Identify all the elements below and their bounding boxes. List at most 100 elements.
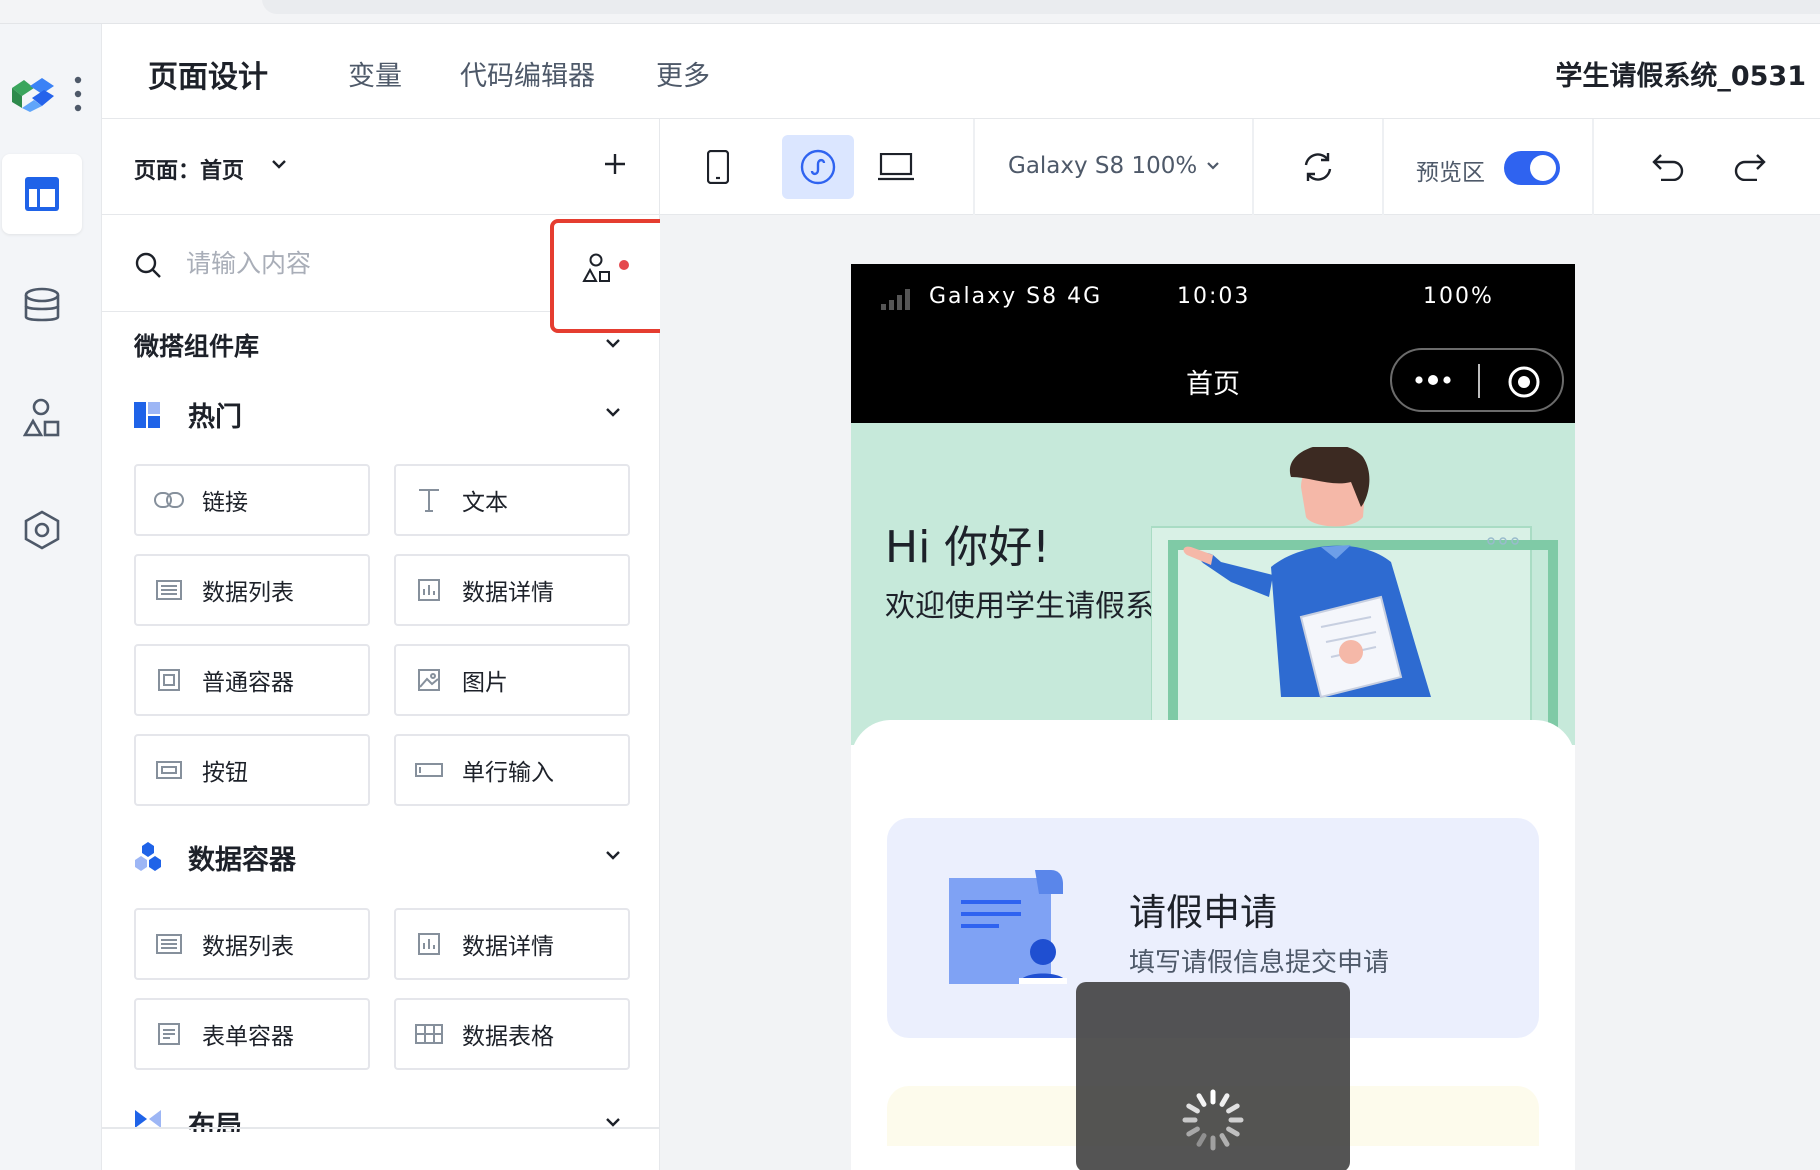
refresh-button[interactable]: [1282, 135, 1354, 199]
banner-greeting: Hi 你好!: [885, 522, 1050, 573]
button-icon: [154, 759, 184, 781]
component-data-detail[interactable]: 数据详情: [394, 908, 630, 980]
undo-icon: [1652, 154, 1684, 181]
device-select-value: Galaxy S8 100%: [1008, 153, 1198, 179]
refresh-icon: [1304, 153, 1332, 181]
carrier-label: Galaxy S8 4G: [929, 284, 1103, 309]
component-label: 表单容器: [202, 1024, 294, 1050]
chevron-down-icon: [1206, 162, 1219, 170]
desktop-view-button[interactable]: [860, 135, 932, 199]
divider: [102, 1127, 660, 1129]
rail-components-button[interactable]: [2, 378, 82, 458]
component-search-input[interactable]: [186, 243, 566, 283]
component-container[interactable]: 普通容器: [134, 644, 370, 716]
battery-label: 100%: [1423, 284, 1494, 309]
input-icon: [414, 759, 444, 781]
signal-icon: [881, 289, 910, 310]
container-icon: [154, 669, 184, 691]
database-icon: [24, 287, 60, 322]
device-select[interactable]: Galaxy S8 100%: [1008, 153, 1221, 179]
table-icon: [414, 1023, 444, 1045]
chevron-down-icon[interactable]: [604, 846, 622, 864]
components-icon: [23, 398, 60, 437]
component-label: 数据列表: [202, 580, 294, 606]
component-filter-button-highlight[interactable]: [550, 219, 671, 333]
leave-card-subtitle: 填写请假信息提交申请: [1129, 948, 1390, 978]
component-label: 单行输入: [462, 760, 554, 786]
detail-icon: [414, 933, 444, 955]
mini-program-view-button[interactable]: [782, 135, 854, 199]
phone-status-bar: Galaxy S8 4G 10:03 100%: [851, 264, 1575, 338]
tab-variables[interactable]: 变量: [348, 54, 402, 93]
add-page-icon[interactable]: [602, 151, 628, 177]
more-dots-icon[interactable]: [1414, 374, 1454, 386]
divider: [1382, 119, 1384, 215]
component-data-list[interactable]: 数据列表: [134, 908, 370, 980]
laptop-icon: [878, 153, 914, 181]
top-header: 页面设计 变量 代码编辑器 更多 学生请假系统_0531: [102, 24, 1820, 119]
data-container-group-icon: [135, 842, 161, 871]
undo-button[interactable]: [1632, 135, 1704, 199]
leave-document-icon: [949, 870, 1067, 984]
component-text[interactable]: 文本: [394, 464, 630, 536]
mobile-icon: [707, 150, 729, 184]
divider: [1592, 119, 1594, 215]
list-icon: [154, 579, 184, 601]
component-label: 数据列表: [202, 934, 294, 960]
app-logo-icon[interactable]: [10, 74, 56, 114]
preview-toggle[interactable]: [1504, 151, 1560, 185]
component-label: 图片: [462, 670, 508, 696]
rail-layout-button[interactable]: [2, 154, 82, 234]
divider: [1478, 364, 1480, 398]
tab-more[interactable]: 更多: [656, 54, 710, 93]
list-icon: [154, 933, 184, 955]
component-button[interactable]: 按钮: [134, 734, 370, 806]
close-target-icon[interactable]: [1506, 364, 1542, 400]
component-label: 数据详情: [462, 934, 554, 960]
toggle-knob: [1530, 155, 1556, 181]
component-data-detail[interactable]: 数据详情: [394, 554, 630, 626]
group-title-hot[interactable]: 热门: [188, 395, 242, 434]
leave-card-title: 请假申请: [1129, 891, 1277, 934]
component-input[interactable]: 单行输入: [394, 734, 630, 806]
mobile-view-button[interactable]: [682, 135, 754, 199]
hot-group-icon: [134, 402, 160, 428]
chevron-down-icon: [272, 160, 286, 169]
component-label: 数据表格: [462, 1024, 554, 1050]
chevron-down-icon[interactable]: [604, 403, 622, 421]
group-title-data-container[interactable]: 数据容器: [188, 838, 296, 877]
phone-nav-bar: 首页: [851, 338, 1575, 423]
browser-toolbar: [0, 0, 1820, 24]
chevron-down-icon[interactable]: [604, 334, 622, 352]
page-selector[interactable]: 页面：首页: [102, 119, 660, 215]
status-time: 10:03: [1177, 284, 1251, 309]
design-canvas[interactable]: Galaxy S8 4G 10:03 100% 首页 Hi 你好! 欢迎使用学生…: [660, 215, 1820, 1170]
rail-data-button[interactable]: [2, 266, 82, 346]
text-icon: [414, 489, 444, 512]
detail-icon: [414, 579, 444, 601]
tab-code-editor[interactable]: 代码编辑器: [460, 54, 595, 93]
layout-group-icon: [135, 1110, 161, 1128]
component-image[interactable]: 图片: [394, 644, 630, 716]
component-label: 链接: [202, 490, 248, 516]
rail-settings-button[interactable]: [2, 490, 82, 570]
mini-program-capsule: [1390, 348, 1564, 412]
banner-welcome: 欢迎使用学生请假系统: [885, 589, 1185, 624]
redo-button[interactable]: [1714, 135, 1786, 199]
divider: [1252, 119, 1254, 215]
component-data-table[interactable]: 数据表格: [394, 998, 630, 1070]
component-link[interactable]: 链接: [134, 464, 370, 536]
components-icon: [582, 253, 610, 282]
component-data-list[interactable]: 数据列表: [134, 554, 370, 626]
image-icon: [414, 669, 444, 691]
more-vertical-icon[interactable]: [74, 76, 82, 112]
component-form-container[interactable]: 表单容器: [134, 998, 370, 1070]
loading-spinner-icon: [1182, 1089, 1244, 1151]
presenter-illustration: [1151, 447, 1558, 745]
loading-overlay: [1076, 982, 1350, 1170]
tab-page-design[interactable]: 页面设计: [148, 52, 268, 96]
component-label: 按钮: [202, 760, 248, 786]
address-bar[interactable]: [262, 0, 1820, 14]
canvas-toolbar: Galaxy S8 100% 预览区: [660, 119, 1820, 215]
form-icon: [154, 1023, 184, 1045]
